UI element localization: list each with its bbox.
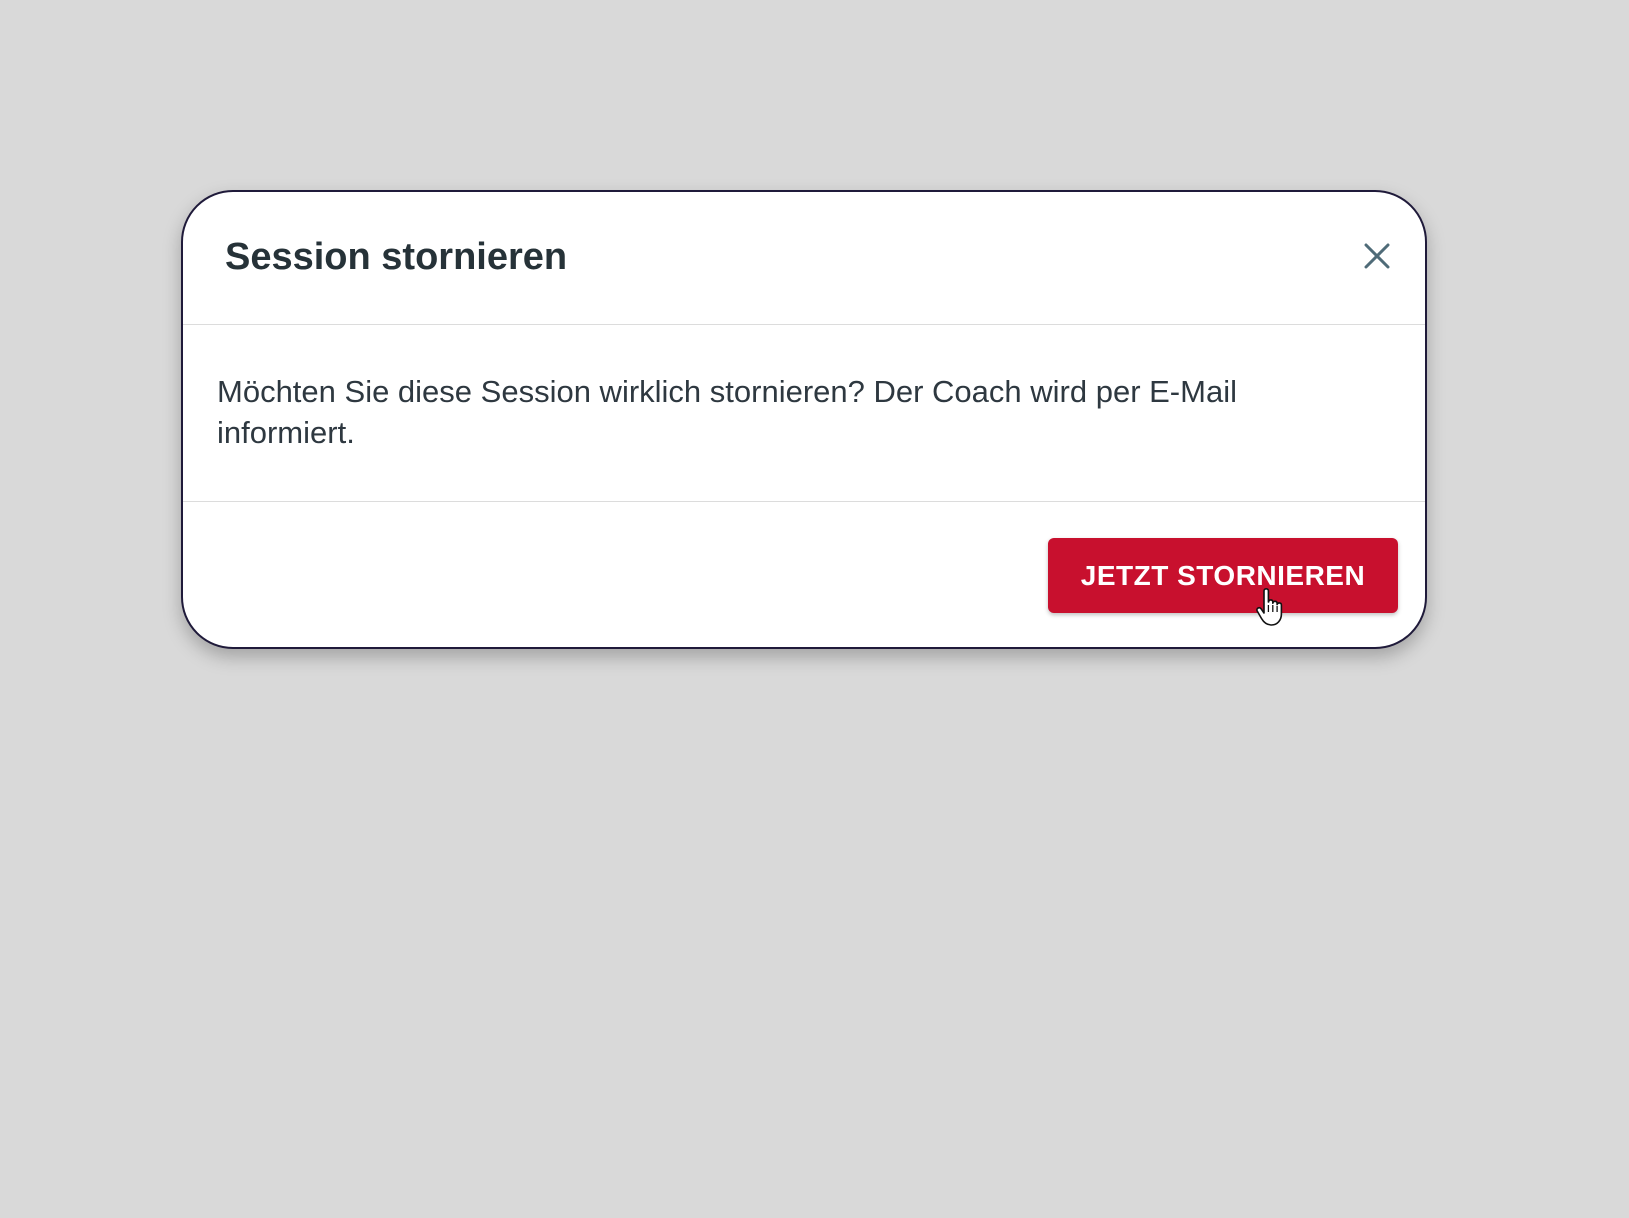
dialog-header: Session stornieren (183, 192, 1425, 325)
close-button[interactable] (1359, 238, 1395, 274)
cancel-session-dialog: Session stornieren Möchten Sie diese Ses… (181, 190, 1427, 649)
dialog-footer: JETZT STORNIEREN (183, 502, 1425, 647)
dialog-title: Session stornieren (225, 236, 568, 278)
cancel-now-button[interactable]: JETZT STORNIEREN (1048, 538, 1398, 613)
close-icon (1364, 243, 1390, 269)
dialog-body: Möchten Sie diese Session wirklich storn… (183, 325, 1425, 502)
dialog-message: Möchten Sie diese Session wirklich storn… (217, 374, 1237, 450)
